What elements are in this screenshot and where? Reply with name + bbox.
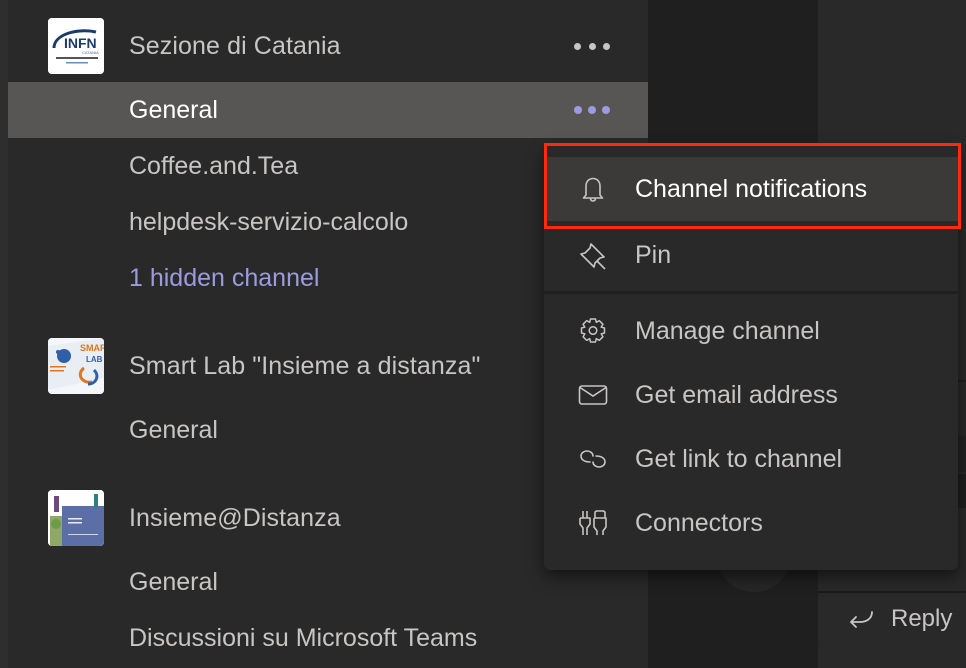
menu-item-pin[interactable]: Pin (544, 223, 958, 287)
smart-lab-logo-icon: SMAR LAB (48, 338, 104, 394)
infn-logo-icon: INFN CATANIA (48, 18, 104, 74)
dot (602, 106, 610, 114)
team-name: Smart Lab "Insieme a distanza" (129, 351, 481, 380)
menu-item-label: Connectors (635, 508, 763, 537)
reply-label: Reply (891, 605, 953, 632)
connectors-icon (576, 506, 610, 540)
channel-context-menu: Channel notifications Pin Manage channel… (544, 146, 958, 570)
menu-item-connectors[interactable]: Connectors (544, 491, 958, 555)
channel-name: General (129, 415, 218, 444)
channel-name: helpdesk-servizio-calcolo (129, 207, 409, 236)
bell-icon (576, 172, 610, 206)
menu-item-get-email-address[interactable]: Get email address (544, 363, 958, 427)
insieme-distanza-logo-icon (48, 490, 104, 546)
menu-item-get-link-to-channel[interactable]: Get link to channel (544, 427, 958, 491)
team-avatar-infn: INFN CATANIA (48, 18, 104, 74)
dot (588, 106, 596, 114)
channel-name: General (129, 95, 218, 124)
team-avatar-smart-lab: SMAR LAB (48, 338, 104, 394)
menu-item-label: Get link to channel (635, 444, 843, 473)
svg-text:INFN: INFN (64, 35, 97, 51)
menu-item-label: Pin (635, 240, 672, 269)
app-bar-edge (0, 0, 8, 668)
channel-more-options-button[interactable] (574, 100, 610, 120)
team-row-sezione-di-catania[interactable]: INFN CATANIA Sezione di Catania (8, 18, 648, 74)
svg-text:CATANIA: CATANIA (82, 50, 99, 55)
hidden-channels-label: 1 hidden channel (129, 263, 320, 292)
team-more-options-button[interactable] (574, 36, 610, 56)
channel-row-general-selected[interactable]: General (8, 82, 648, 138)
svg-text:LAB: LAB (86, 355, 103, 364)
reply-button[interactable]: Reply (818, 591, 966, 648)
gear-icon (576, 314, 610, 348)
menu-item-label: Get email address (635, 380, 838, 409)
menu-item-label: Channel notifications (635, 174, 868, 203)
link-icon (576, 442, 610, 476)
channel-name: General (129, 567, 218, 596)
menu-item-label: Manage channel (635, 316, 820, 345)
reply-arrow-icon (848, 609, 874, 629)
team-name: Sezione di Catania (129, 31, 341, 60)
pin-icon (576, 238, 610, 272)
channel-row-discussioni[interactable]: Discussioni su Microsoft Teams (8, 610, 648, 666)
menu-item-manage-channel[interactable]: Manage channel (544, 299, 958, 363)
svg-text:SMAR: SMAR (80, 343, 104, 353)
envelope-icon (576, 378, 610, 412)
team-avatar-insieme-distanza (48, 490, 104, 546)
dot (603, 42, 610, 50)
dot (574, 106, 582, 114)
channel-name: Discussioni su Microsoft Teams (129, 623, 478, 652)
menu-item-channel-notifications[interactable]: Channel notifications (544, 157, 958, 221)
dot (574, 42, 581, 50)
menu-divider (544, 291, 958, 294)
channel-name: Coffee.and.Tea (129, 151, 299, 180)
dot (588, 42, 596, 50)
team-name: Insieme@Distanza (129, 503, 341, 532)
